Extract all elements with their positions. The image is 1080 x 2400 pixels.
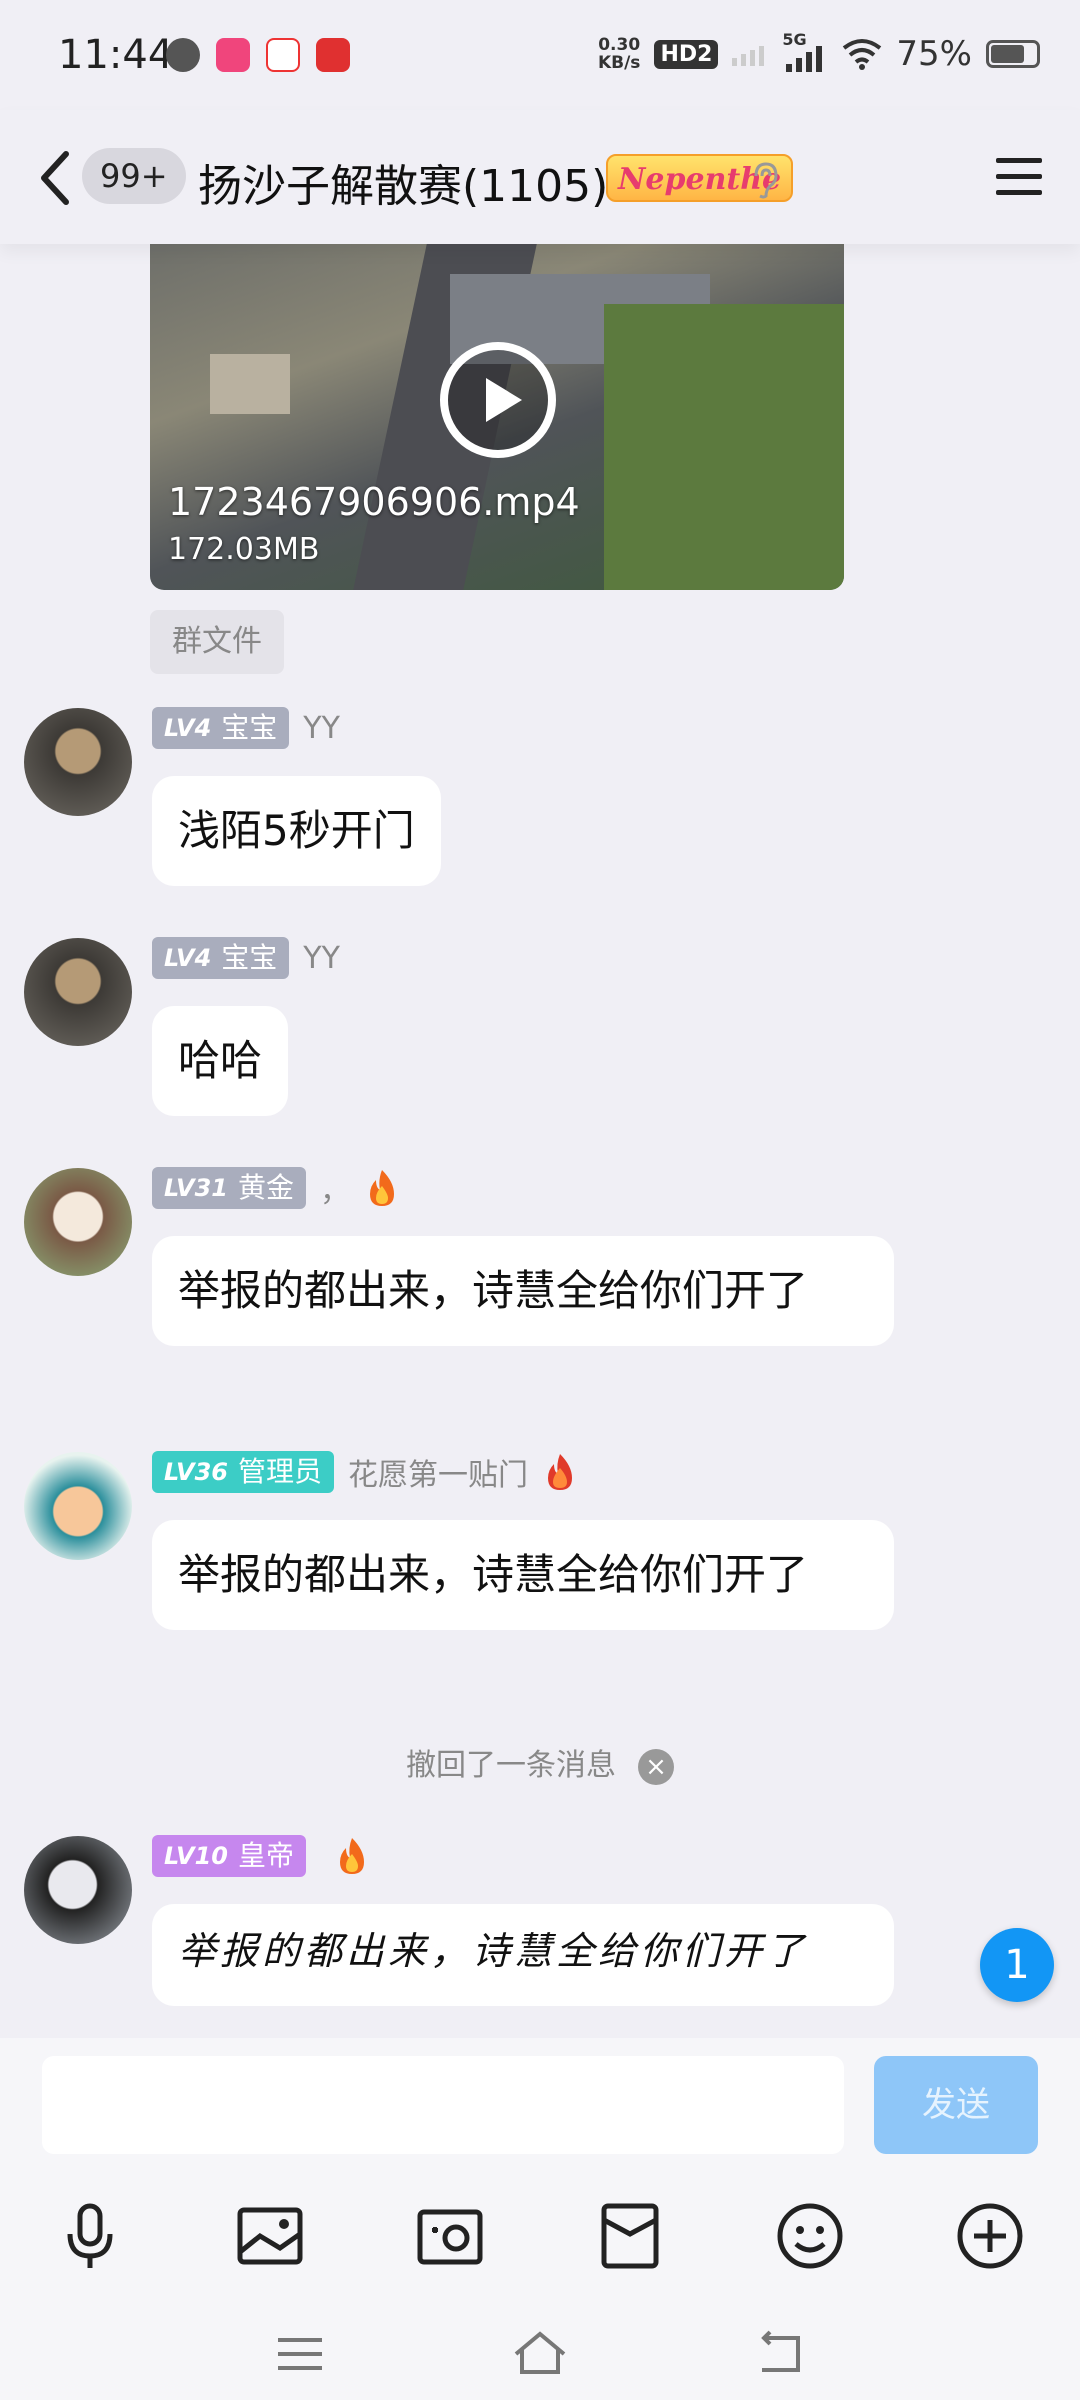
avatar[interactable] [24,1452,132,1560]
group-file-tag[interactable]: 群文件 [150,610,284,674]
message-bubble[interactable]: 举报的都出来，诗慧全给你们开了 [152,1904,894,2006]
message-meta: LV4 宝宝 YY [152,706,340,750]
plus-icon[interactable] [948,2194,1032,2278]
level-title: 皇帝 [237,1839,294,1872]
signal-empty-icon [732,46,765,66]
level-title: 黄金 [237,1171,294,1204]
microphone-icon[interactable] [48,2194,132,2278]
level-title: 宝宝 [221,941,278,974]
menu-icon[interactable] [994,154,1044,200]
message-item: LV4 宝宝 YY 浅陌5秒开门 [0,706,1080,896]
level-title: 宝宝 [221,711,278,744]
back-arrow-icon[interactable] [36,148,76,208]
message-input[interactable] [42,2056,844,2154]
message-meta: LV10 皇帝 [152,1834,370,1878]
status-bar: 11:44 0.30 KB/s HD2 5G 75% [0,0,1080,110]
wifi-icon [843,39,882,70]
level-value: LV36 [164,1458,228,1486]
level-value: LV10 [164,1842,228,1870]
app-notification-icon [266,38,300,72]
status-time: 11:44 [58,32,174,78]
input-bar: 发送 [0,2038,1080,2400]
notification-icons [166,38,350,72]
level-value: LV4 [164,714,212,742]
camera-icon[interactable] [408,2194,492,2278]
avatar[interactable] [24,1836,132,1944]
new-message-indicator[interactable]: 1 [980,1928,1054,2002]
battery-icon [986,40,1040,68]
message-meta: LV36 管理员 花愿第一贴门 [152,1450,578,1494]
member-level-badge: LV4 宝宝 [152,937,290,979]
message-item: LV36 管理员 花愿第一贴门 举报的都出来，诗慧全给你们开了 [0,1450,1080,1690]
message-item: LV10 皇帝 举报的都出来，诗慧全给你们开了 [0,1834,1080,2038]
system-nav-bar [0,2306,1080,2400]
speed-unit: KB/s [597,53,641,73]
sender-name[interactable]: ， [320,1166,350,1210]
flame-icon [369,1170,394,1206]
back-icon[interactable] [752,2328,812,2380]
message-bubble[interactable]: 举报的都出来，诗慧全给你们开了 [152,1236,894,1346]
group-title[interactable]: 扬沙子解散赛(1105) [198,150,608,214]
avatar[interactable] [24,938,132,1046]
member-level-badge: LV36 管理员 [152,1451,334,1493]
level-value: LV4 [164,944,212,972]
speed-value: 0.30 [598,35,641,55]
battery-percent: 75% [896,34,972,74]
app-notification-icon [216,38,250,72]
listen-icon[interactable] [748,160,784,200]
video-file-name: 1723467906906.mp4 [168,480,580,524]
message-meta: LV31 黄金 ， [152,1166,400,1210]
video-thumbnail-detail [210,354,290,414]
home-icon[interactable] [510,2328,570,2380]
red-packet-icon[interactable] [588,2194,672,2278]
message-item: LV4 宝宝 YY 哈哈 [0,936,1080,1126]
flame-icon [339,1838,364,1874]
level-value: LV31 [164,1174,228,1202]
unread-count-badge[interactable]: 99+ [82,148,186,204]
message-bubble[interactable]: 浅陌5秒开门 [152,776,441,886]
message-meta: LV4 宝宝 YY [152,936,340,980]
sender-name[interactable]: YY [303,711,340,746]
flame-icon [547,1454,572,1490]
recall-notice: 撤回了一条消息 × [0,1740,1080,1785]
status-right: 0.30 KB/s HD2 5G 75% [598,30,1040,74]
input-toolbar [0,2176,1080,2296]
play-icon[interactable] [438,340,558,460]
image-icon[interactable] [228,2194,312,2278]
message-bubble[interactable]: 举报的都出来，诗慧全给你们开了 [152,1520,894,1630]
message-bubble[interactable]: 哈哈 [152,1006,289,1116]
member-level-badge: LV4 宝宝 [152,707,290,749]
video-file-size: 172.03MB [168,532,320,567]
send-button[interactable]: 发送 [874,2056,1038,2154]
chat-header: 99+ 扬沙子解散赛(1105) Nepenthe [0,110,1080,244]
close-icon[interactable]: × [638,1748,674,1785]
member-level-badge: LV10 皇帝 [152,1835,306,1877]
app-notification-icon [166,38,200,72]
recall-text: 撤回了一条消息 [406,1748,616,1783]
message-item: LV31 黄金 ， 举报的都出来，诗慧全给你们开了 [0,1166,1080,1406]
avatar[interactable] [24,708,132,816]
hd-icon: HD2 [654,39,719,69]
signal-5g-icon: 5G [782,30,828,74]
sender-name[interactable]: YY [303,941,340,976]
sender-name[interactable]: 花愿第一贴门 [348,1450,528,1494]
emoji-icon[interactable] [768,2194,852,2278]
app-notification-icon [316,38,350,72]
recent-apps-icon[interactable] [270,2328,330,2380]
video-message[interactable]: 1723467906906.mp4 172.03MB [150,244,844,590]
network-speed: 0.30 KB/s [598,36,640,72]
video-thumbnail-detail [604,304,844,590]
member-level-badge: LV31 黄金 [152,1167,306,1209]
avatar[interactable] [24,1168,132,1276]
level-title: 管理员 [237,1455,322,1488]
